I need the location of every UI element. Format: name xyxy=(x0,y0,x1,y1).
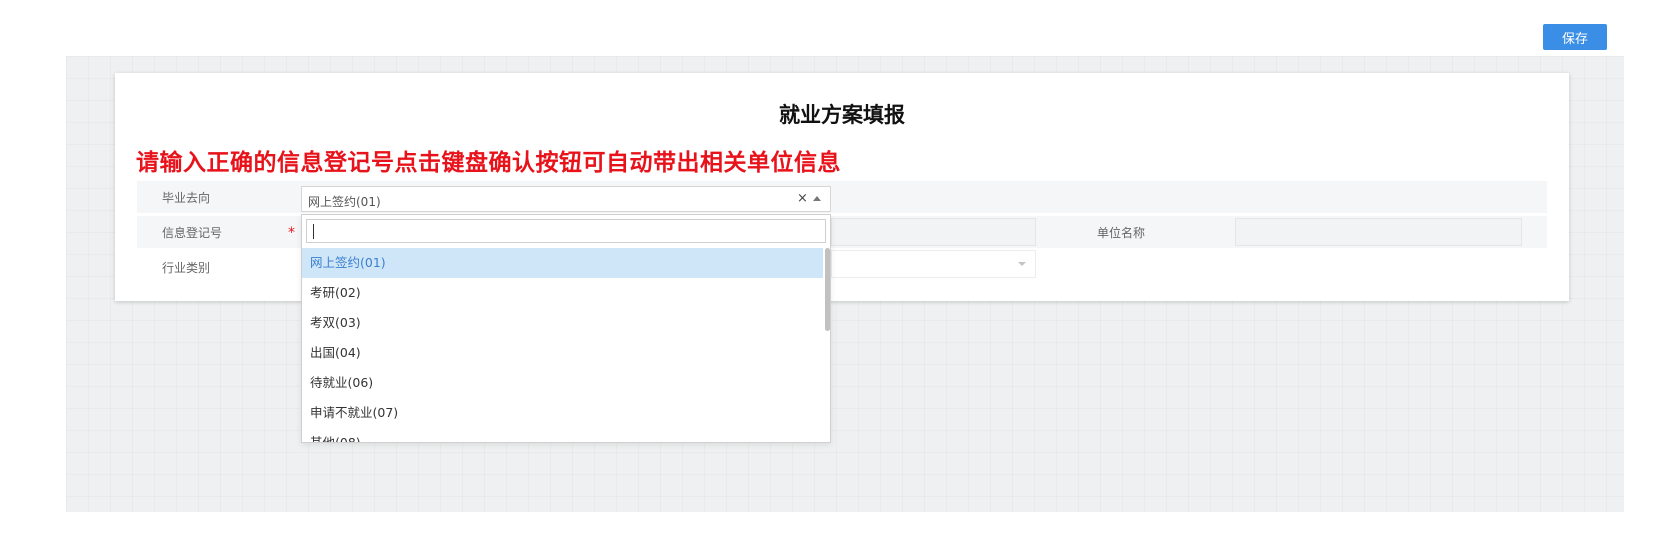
unit-name-input[interactable] xyxy=(1235,218,1522,246)
notice-text: 请输入正确的信息登记号点击键盘确认按钮可自动带出相关单位信息 xyxy=(136,150,841,176)
dropdown-option[interactable]: 申请不就业(07) xyxy=(302,398,823,428)
dropdown-option[interactable]: 其他(08) xyxy=(302,428,823,442)
destination-dropdown: 网上签约(01) 考研(02) 考双(03) 出国(04) 待就业(06) 申请… xyxy=(301,214,831,443)
destination-select[interactable]: 网上签约(01) × xyxy=(301,186,831,212)
top-toolbar: 保存 xyxy=(0,0,1662,56)
save-button[interactable]: 保存 xyxy=(1543,24,1607,50)
destination-value: 网上签约(01) xyxy=(308,195,381,209)
registration-label: 信息登记号 xyxy=(162,226,223,240)
form-card: 就业方案填报 请输入正确的信息登记号点击键盘确认按钮可自动带出相关单位信息 毕业… xyxy=(115,73,1569,443)
dropdown-search-input[interactable] xyxy=(306,219,826,243)
destination-label: 毕业去向 xyxy=(162,191,211,205)
unit-name-label: 单位名称 xyxy=(1097,226,1146,240)
dropdown-options: 网上签约(01) 考研(02) 考双(03) 出国(04) 待就业(06) 申请… xyxy=(302,248,823,442)
required-marker: * xyxy=(288,225,295,241)
dropdown-option[interactable]: 考双(03) xyxy=(302,308,823,338)
clear-icon[interactable]: × xyxy=(797,191,808,206)
text-cursor xyxy=(313,224,314,239)
chevron-down-icon xyxy=(1018,262,1026,266)
chevron-up-icon[interactable] xyxy=(813,196,821,201)
registration-input[interactable] xyxy=(831,218,1036,246)
dropdown-option[interactable]: 考研(02) xyxy=(302,278,823,308)
dropdown-option[interactable]: 出国(04) xyxy=(302,338,823,368)
industry-label: 行业类别 xyxy=(162,261,211,275)
page-title: 就业方案填报 xyxy=(779,103,905,127)
dropdown-option[interactable]: 网上签约(01) xyxy=(302,248,823,278)
dropdown-scrollbar[interactable] xyxy=(825,248,830,331)
industry-select[interactable] xyxy=(831,250,1036,278)
dropdown-option[interactable]: 待就业(06) xyxy=(302,368,823,398)
